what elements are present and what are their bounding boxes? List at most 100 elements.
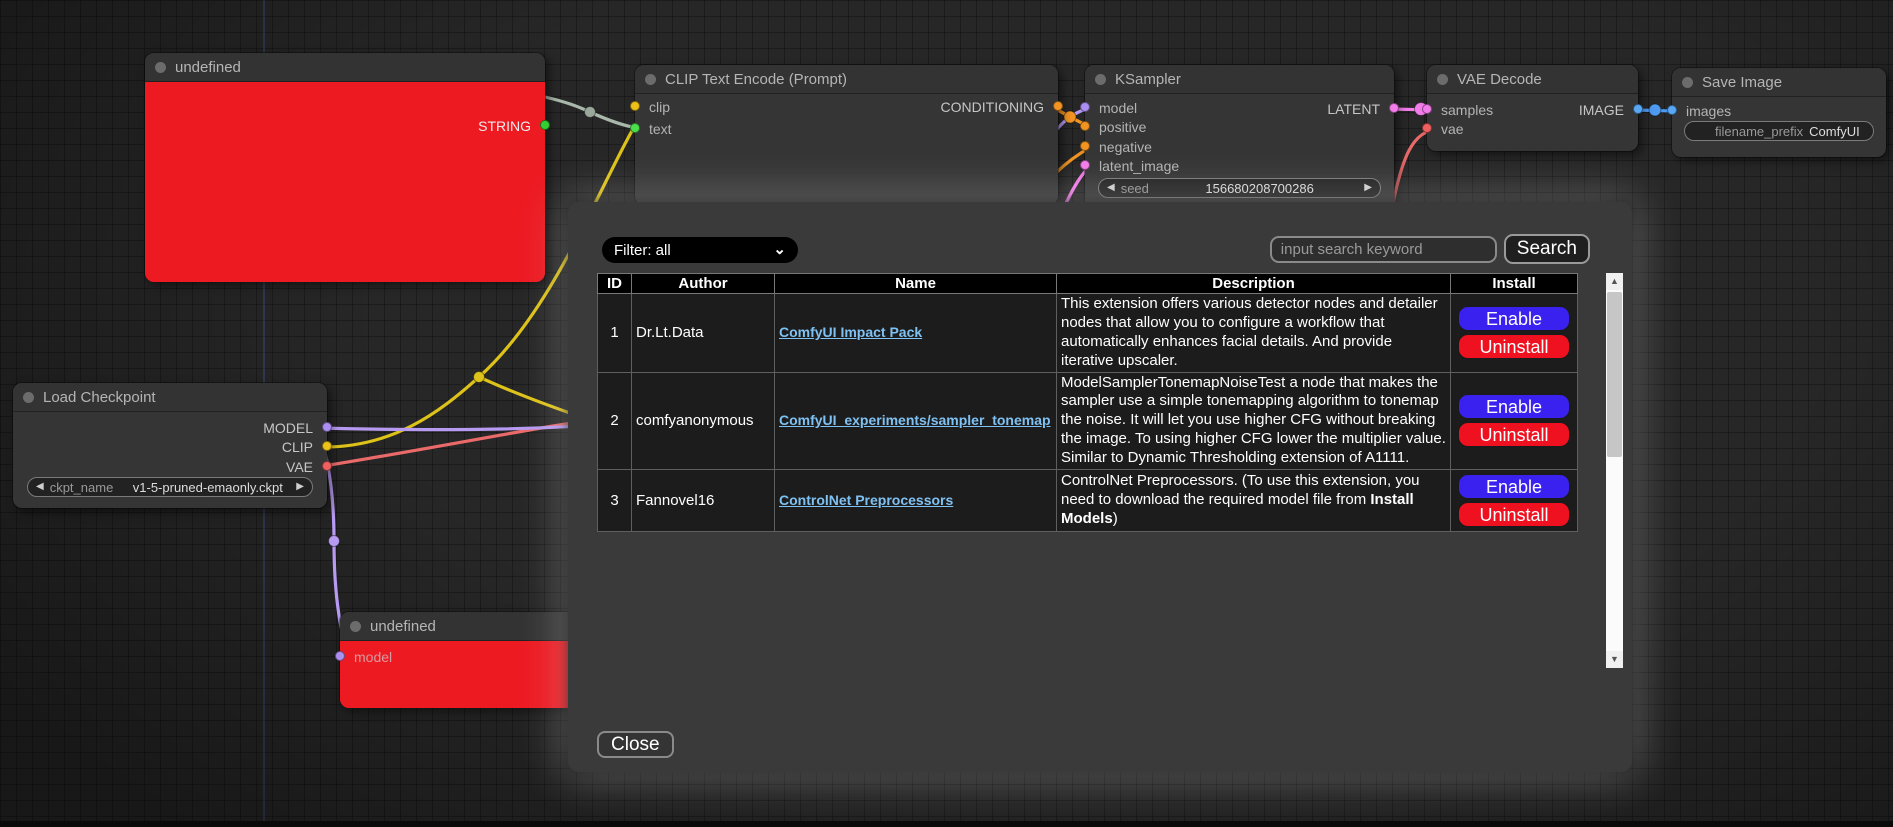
output-port-conditioning[interactable] [1053, 101, 1063, 111]
table-header-cell: Name [775, 274, 1057, 294]
filename-prefix-widget[interactable]: filename_prefix ComfyUI [1684, 121, 1874, 141]
node-undefined-top[interactable]: undefined STRING [145, 53, 545, 281]
input-label: latent_image [1099, 158, 1179, 174]
node-title: KSampler [1115, 71, 1181, 88]
extension-name-cell: ComfyUI_experiments/sampler_tonemap [775, 372, 1057, 469]
node-title: VAE Decode [1457, 71, 1542, 88]
extension-description: ControlNet Preprocessors. (To use this e… [1057, 470, 1451, 532]
arrow-left-icon[interactable]: ◀ [1107, 178, 1115, 198]
scroll-up-icon[interactable]: ▲ [1606, 273, 1623, 290]
output-port-vae[interactable] [322, 461, 332, 471]
enable-button[interactable]: Enable [1458, 394, 1570, 419]
input-port-latent-image[interactable] [1080, 160, 1090, 170]
extension-id: 1 [598, 294, 632, 373]
output-label: CONDITIONING [941, 99, 1044, 115]
search-button[interactable]: Search [1504, 234, 1590, 264]
extension-name-cell: ControlNet Preprocessors [775, 470, 1057, 532]
table-header-cell: ID [598, 274, 632, 294]
enable-button[interactable]: Enable [1458, 474, 1570, 499]
extension-author: Fannovel16 [632, 470, 775, 532]
table-header-cell: Author [632, 274, 775, 294]
extension-id: 3 [598, 470, 632, 532]
node-status-icon [350, 621, 361, 632]
arrow-right-icon[interactable]: ▶ [1364, 178, 1372, 198]
output-label: MODEL [263, 420, 313, 436]
node-graph-canvas[interactable]: undefined STRING CLIP Text Encode (Promp… [0, 0, 1893, 827]
seed-widget[interactable]: ◀ seed 156680208700286 ▶ [1098, 178, 1381, 198]
filter-dropdown-label: Filter: all [614, 242, 671, 259]
extension-author: Dr.Lt.Data [632, 294, 775, 373]
input-label: negative [1099, 139, 1152, 155]
node-title: undefined [370, 618, 436, 635]
input-label: text [649, 121, 672, 137]
extension-table-area: IDAuthorNameDescriptionInstall 1Dr.Lt.Da… [597, 273, 1623, 668]
extension-name-link[interactable]: ComfyUI_experiments/sampler_tonemap [779, 412, 1051, 428]
node-status-icon [155, 62, 166, 73]
widget-value: ComfyUI [1809, 124, 1860, 139]
reroute-dot-gray [585, 107, 596, 118]
extension-name-link[interactable]: ControlNet Preprocessors [779, 492, 953, 508]
node-save-image[interactable]: Save Image images filename_prefix ComfyU… [1672, 68, 1886, 157]
extension-manager-dialog: Filter: all ⌄ Search IDAuthorNameDescrip… [568, 202, 1632, 772]
ckpt-name-widget[interactable]: ◀ ckpt_name v1-5-pruned-emaonly.ckpt ▶ [27, 477, 313, 497]
node-ksampler[interactable]: KSampler model positive negative latent_… [1085, 65, 1394, 210]
input-port-text[interactable] [630, 123, 640, 133]
scrollbar[interactable]: ▲ ▼ [1606, 273, 1623, 668]
node-vae-decode[interactable]: VAE Decode samples vae IMAGE [1427, 65, 1638, 151]
widget-label: seed [1121, 181, 1149, 196]
extension-author: comfyanonymous [632, 372, 775, 469]
input-port-vae[interactable] [1422, 123, 1432, 133]
output-label: CLIP [282, 439, 313, 455]
node-title: undefined [175, 59, 241, 76]
table-header-row: IDAuthorNameDescriptionInstall [598, 274, 1578, 294]
enable-button[interactable]: Enable [1458, 306, 1570, 331]
output-label: IMAGE [1579, 102, 1624, 118]
widget-label: ckpt_name [50, 480, 114, 495]
search-input[interactable] [1270, 236, 1497, 263]
extension-name-link[interactable]: ComfyUI Impact Pack [779, 324, 922, 340]
reroute-dot-yellow [474, 372, 485, 383]
arrow-left-icon[interactable]: ◀ [36, 477, 44, 497]
node-load-checkpoint[interactable]: Load Checkpoint MODEL CLIP VAE ◀ ckpt_na… [13, 383, 327, 508]
node-undefined-bottom[interactable]: undefined model [340, 612, 576, 707]
input-label: positive [1099, 119, 1146, 135]
arrow-right-icon[interactable]: ▶ [296, 477, 304, 497]
extension-table: IDAuthorNameDescriptionInstall 1Dr.Lt.Da… [597, 273, 1578, 532]
extension-row: 2comfyanonymousComfyUI_experiments/sampl… [598, 372, 1578, 469]
extension-install-cell: Enable Uninstall [1451, 372, 1578, 469]
extension-row: 1Dr.Lt.DataComfyUI Impact Pack This exten… [598, 294, 1578, 373]
canvas-bottom-edge [0, 821, 1893, 827]
node-clip-text-encode[interactable]: CLIP Text Encode (Prompt) clip text COND… [635, 65, 1058, 205]
output-port-string[interactable] [540, 120, 550, 130]
scroll-down-icon[interactable]: ▼ [1606, 651, 1623, 668]
node-status-icon [23, 392, 34, 403]
widget-label: filename_prefix [1715, 124, 1803, 139]
uninstall-button[interactable]: Uninstall [1458, 422, 1570, 447]
output-port-model[interactable] [322, 422, 332, 432]
output-port-latent[interactable] [1389, 103, 1399, 113]
reroute-dot-purple [329, 536, 340, 547]
extension-description: This extension offers various detector n… [1057, 294, 1451, 373]
filter-dropdown[interactable]: Filter: all ⌄ [602, 237, 798, 263]
close-button[interactable]: Close [597, 731, 674, 758]
input-port-positive[interactable] [1080, 121, 1090, 131]
output-port-clip[interactable] [322, 441, 332, 451]
node-title: CLIP Text Encode (Prompt) [665, 71, 847, 88]
uninstall-button[interactable]: Uninstall [1458, 334, 1570, 359]
input-port-images[interactable] [1667, 105, 1677, 115]
input-port-model[interactable] [335, 651, 345, 661]
input-label: model [354, 649, 392, 665]
extension-description: ModelSamplerTonemapNoiseTest a node that… [1057, 372, 1451, 469]
output-label: STRING [478, 118, 531, 134]
node-status-icon [1437, 74, 1448, 85]
input-port-negative[interactable] [1080, 141, 1090, 151]
reroute-dot-orange [1064, 111, 1076, 123]
scrollbar-thumb[interactable] [1607, 292, 1622, 457]
extension-install-cell: Enable Uninstall [1451, 294, 1578, 373]
widget-value: v1-5-pruned-emaonly.ckpt [119, 480, 296, 495]
uninstall-button[interactable]: Uninstall [1458, 502, 1570, 527]
node-status-icon [1095, 74, 1106, 85]
output-port-image[interactable] [1633, 104, 1643, 114]
node-status-icon [1682, 77, 1693, 88]
node-title: Load Checkpoint [43, 389, 156, 406]
